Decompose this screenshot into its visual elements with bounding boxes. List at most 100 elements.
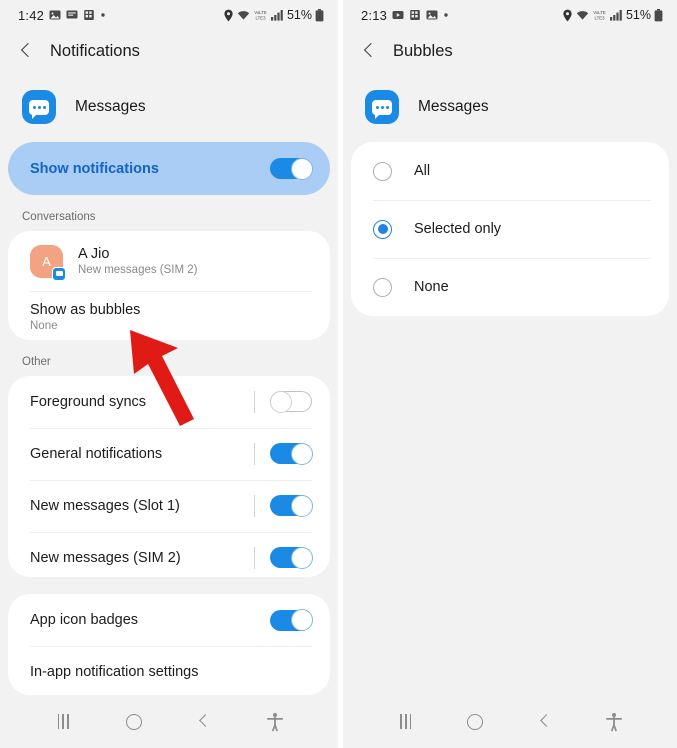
general-notifications-label: General notifications [30, 445, 163, 462]
vertical-divider [254, 494, 255, 517]
conversations-card: A A Jio New messages (SIM 2) Show as bub… [8, 231, 330, 340]
app-header: Messages [0, 72, 338, 142]
new-messages-slot1-label: New messages (Slot 1) [30, 497, 180, 514]
back-button[interactable] [189, 707, 219, 737]
conversation-row[interactable]: A A Jio New messages (SIM 2) [8, 231, 330, 291]
status-bar: 2:13 VoLTE LTE3 51% [343, 0, 677, 30]
radio-selected-only[interactable] [373, 219, 392, 239]
status-bar: 1:42 VoLTE LTE3 51% [0, 0, 338, 30]
dual-screenshot: 1:42 VoLTE LTE3 51% Notifications Messag… [0, 0, 677, 748]
battery-percent: 51% [625, 8, 651, 22]
conversation-texts: A Jio New messages (SIM 2) [78, 246, 312, 276]
show-notifications-toggle[interactable] [270, 157, 313, 180]
app-name-label: Messages [75, 98, 146, 115]
show-as-bubbles-row[interactable]: Show as bubbles None [8, 291, 330, 339]
foreground-syncs-toggle[interactable] [269, 390, 312, 413]
other-card: Foreground syncs General notifications N… [8, 375, 330, 577]
back-icon [197, 715, 211, 729]
status-bar-left: 1:42 [18, 8, 106, 23]
dot-icon [443, 12, 449, 18]
bubble-options-card: All Selected only None [351, 142, 669, 316]
new-messages-slot1-row[interactable]: New messages (Slot 1) [8, 479, 330, 532]
dot-icon [100, 12, 106, 18]
new-messages-sim2-toggle-wrap [254, 546, 313, 569]
option-selected-only-row[interactable]: Selected only [351, 200, 669, 258]
app-bar: Bubbles [343, 30, 677, 72]
location-icon [562, 9, 573, 22]
vertical-divider [254, 546, 255, 569]
home-button[interactable] [460, 707, 490, 737]
wifi-icon [237, 9, 250, 21]
recents-button[interactable] [391, 707, 421, 737]
battery-icon [315, 8, 324, 22]
show-notifications-row[interactable]: Show notifications [8, 142, 330, 196]
home-button[interactable] [119, 707, 149, 737]
status-time: 1:42 [18, 7, 45, 23]
app-icon-badges-label: App icon badges [30, 612, 139, 629]
new-messages-sim2-toggle[interactable] [270, 546, 313, 569]
image-icon [49, 9, 61, 21]
foreground-syncs-toggle-wrap [254, 390, 312, 413]
navigation-bar [343, 695, 677, 748]
apps-icon [83, 9, 95, 21]
other-section-label: Other [22, 355, 51, 368]
status-time: 2:13 [361, 7, 388, 23]
in-app-notification-settings-row[interactable]: In-app notification settings [8, 646, 330, 695]
new-messages-slot1-toggle[interactable] [270, 494, 313, 517]
foreground-syncs-row[interactable]: Foreground syncs [8, 376, 330, 428]
show-as-bubbles-label: Show as bubbles [30, 302, 141, 319]
accessibility-button[interactable] [260, 707, 290, 737]
recents-button[interactable] [48, 707, 78, 737]
message-badge-icon [52, 266, 66, 281]
general-notifications-row[interactable]: General notifications [8, 427, 330, 480]
back-arrow-icon[interactable] [361, 43, 377, 59]
speech-bubble-icon [29, 99, 49, 119]
general-notifications-toggle-wrap [254, 442, 313, 465]
option-none-label: None [414, 279, 449, 295]
svg-text:LTE3: LTE3 [594, 15, 605, 20]
recents-icon [400, 714, 412, 729]
video-icon [392, 9, 404, 21]
in-app-notification-settings-label: In-app notification settings [30, 664, 199, 681]
back-button[interactable] [530, 707, 560, 737]
app-bar: Notifications [0, 30, 338, 72]
bottom-card: App icon badges In-app notification sett… [8, 594, 330, 695]
app-icon-badges-toggle[interactable] [270, 609, 313, 632]
status-bar-right: VoLTE LTE3 51% [223, 8, 324, 22]
app-header: Messages [343, 72, 677, 142]
foreground-syncs-label: Foreground syncs [30, 393, 147, 410]
messages-app-icon [22, 90, 56, 124]
option-all-row[interactable]: All [351, 142, 669, 200]
wifi-icon [576, 9, 589, 21]
in-app-notification-settings-texts: In-app notification settings [30, 664, 312, 680]
signal-icon [270, 9, 284, 21]
new-messages-sim2-texts: New messages (SIM 2) [30, 550, 254, 566]
general-notifications-texts: General notifications [30, 446, 254, 462]
back-arrow-icon[interactable] [18, 43, 34, 59]
radio-none[interactable] [373, 277, 392, 297]
option-none-row[interactable]: None [351, 258, 669, 316]
battery-percent: 51% [286, 8, 312, 22]
new-messages-slot1-toggle-wrap [254, 494, 313, 517]
general-notifications-toggle[interactable] [270, 442, 313, 465]
right-phone-screen: 2:13 VoLTE LTE3 51% Bubbles Messages All… [343, 0, 677, 748]
app-icon-badges-row[interactable]: App icon badges [8, 594, 330, 646]
accessibility-button[interactable] [599, 707, 629, 737]
app-name-label: Messages [418, 98, 489, 115]
status-bar-left: 2:13 [361, 8, 449, 23]
show-as-bubbles-value: None [30, 320, 58, 333]
radio-all[interactable] [373, 161, 392, 181]
show-as-bubbles-texts: Show as bubbles None [30, 302, 312, 332]
vertical-divider [254, 442, 255, 465]
message-icon [66, 9, 78, 21]
new-messages-slot1-texts: New messages (Slot 1) [30, 498, 254, 514]
foreground-syncs-texts: Foreground syncs [30, 394, 254, 410]
signal-icon [609, 9, 623, 21]
battery-icon [654, 8, 663, 22]
new-messages-sim2-row[interactable]: New messages (SIM 2) [8, 531, 330, 577]
navigation-bar [0, 695, 338, 748]
image-icon [426, 9, 438, 21]
avatar-letter: A [42, 253, 51, 269]
recents-icon [57, 714, 69, 729]
page-title: Notifications [50, 41, 140, 60]
